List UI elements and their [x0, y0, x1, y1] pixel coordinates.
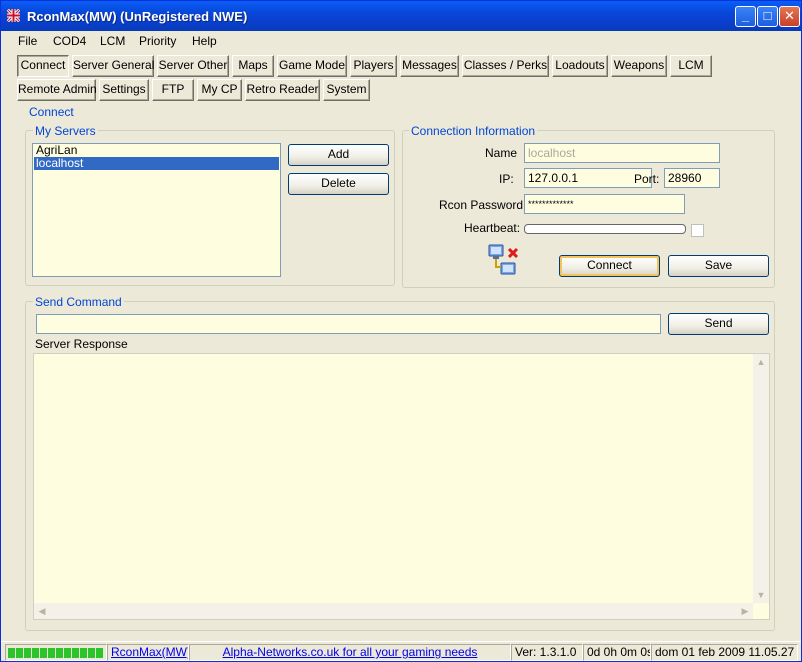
scroll-down-icon[interactable]: ▼: [753, 587, 769, 603]
delete-server-button[interactable]: Delete: [288, 173, 389, 195]
response-horizontal-scrollbar[interactable]: ◀ ▶: [34, 603, 753, 619]
progress-segment: [96, 647, 103, 658]
tab-lcm[interactable]: LCM: [670, 55, 712, 77]
connect-button[interactable]: Connect: [559, 255, 660, 277]
tab-players[interactable]: Players: [350, 55, 397, 77]
scroll-left-icon[interactable]: ◀: [34, 603, 50, 619]
command-input[interactable]: [36, 314, 661, 334]
status-progress: [5, 644, 107, 661]
tab-game-mode[interactable]: Game Mode: [277, 55, 347, 77]
server-response-box[interactable]: ▲ ▼ ◀ ▶: [33, 353, 770, 620]
connection-info-title: Connection Information: [409, 124, 538, 138]
progress-segment: [24, 647, 31, 658]
scroll-right-icon[interactable]: ▶: [737, 603, 753, 619]
scroll-up-icon[interactable]: ▲: [753, 354, 769, 370]
progress-segment: [88, 647, 95, 658]
ip-label: IP:: [499, 172, 514, 186]
menu-file[interactable]: File: [18, 34, 37, 48]
title-bar[interactable]: RconMax(MW) (UnRegistered NWE) _ □ ✕: [1, 1, 801, 31]
progress-segment: [16, 647, 23, 658]
close-button[interactable]: ✕: [779, 6, 800, 27]
app-window: RconMax(MW) (UnRegistered NWE) _ □ ✕ Fil…: [0, 0, 802, 662]
menu-lcm[interactable]: LCM: [100, 34, 125, 48]
rcon-password-label: Rcon Password: [439, 198, 524, 212]
add-server-button[interactable]: Add: [288, 144, 389, 166]
server-item-localhost[interactable]: localhost: [34, 157, 279, 170]
tab-settings[interactable]: Settings: [99, 79, 149, 101]
tab-loadouts[interactable]: Loadouts: [552, 55, 608, 77]
status-ad-panel: Alpha-Networks.co.uk for all your gaming…: [189, 644, 511, 661]
menu-cod4[interactable]: COD4: [53, 34, 86, 48]
ip-field[interactable]: 127.0.0.1: [524, 168, 652, 188]
send-button[interactable]: Send: [668, 313, 769, 335]
window-title: RconMax(MW) (UnRegistered NWE): [27, 9, 248, 24]
send-command-title: Send Command: [33, 295, 124, 309]
menu-bar: File COD4 LCM Priority Help: [1, 31, 801, 51]
rcon-password-field[interactable]: *************: [524, 194, 685, 214]
server-response-label: Server Response: [35, 337, 128, 351]
name-label: Name: [485, 146, 518, 160]
progress-segment: [40, 647, 47, 658]
tab-classes-perks[interactable]: Classes / Perks: [462, 55, 549, 77]
tab-connect[interactable]: Connect: [17, 55, 69, 77]
name-field[interactable]: localhost: [524, 143, 720, 163]
heartbeat-label: Heartbeat:: [464, 221, 521, 235]
tab-weapons[interactable]: Weapons: [611, 55, 667, 77]
status-app-panel: RconMax(MW): [107, 644, 189, 661]
port-label: Port:: [634, 172, 660, 186]
menu-help[interactable]: Help: [192, 34, 217, 48]
maximize-button[interactable]: □: [757, 6, 778, 27]
tab-system[interactable]: System: [323, 79, 370, 101]
progress-segment: [72, 647, 79, 658]
progress-segment: [8, 647, 15, 658]
union-flag-icon: [7, 9, 20, 22]
version-text: Ver: 1.3.1.0: [511, 644, 583, 661]
progress-segment: [64, 647, 71, 658]
menu-priority[interactable]: Priority: [139, 34, 176, 48]
tab-messages[interactable]: Messages: [400, 55, 459, 77]
progress-segment: [56, 647, 63, 658]
progress-segment: [32, 647, 39, 658]
port-field[interactable]: 28960: [664, 168, 720, 188]
tab-server-general[interactable]: Server General: [72, 55, 154, 77]
alpha-networks-link[interactable]: Alpha-Networks.co.uk for all your gaming…: [223, 645, 478, 659]
tab-my-cp[interactable]: My CP: [197, 79, 242, 101]
response-vertical-scrollbar[interactable]: ▲ ▼: [753, 354, 769, 603]
minimize-button[interactable]: _: [735, 6, 756, 27]
my-servers-title: My Servers: [33, 124, 98, 138]
heartbeat-progress: [524, 224, 686, 234]
uptime-text: 0d 0h 0m 0s: [583, 644, 651, 661]
tab-retro-reader[interactable]: Retro Reader: [245, 79, 320, 101]
tab-remote-admin[interactable]: Remote Admin: [17, 79, 97, 101]
network-disconnected-icon: [488, 244, 519, 275]
progress-segment: [80, 647, 87, 658]
tab-server-other[interactable]: Server Other: [157, 55, 229, 77]
heartbeat-checkbox[interactable]: [691, 224, 704, 237]
app-link[interactable]: RconMax(MW): [111, 645, 188, 659]
tab-ftp[interactable]: FTP: [152, 79, 194, 101]
save-button[interactable]: Save: [668, 255, 769, 277]
server-response-text: [34, 354, 769, 360]
progress-segment: [48, 647, 55, 658]
status-bar: RconMax(MW) Alpha-Networks.co.uk for all…: [1, 641, 801, 661]
connect-group-title: Connect: [27, 105, 76, 119]
server-list[interactable]: AgriLan localhost: [32, 143, 281, 277]
tab-maps[interactable]: Maps: [232, 55, 274, 77]
datetime-text: dom 01 feb 2009 11.05.27: [651, 644, 798, 661]
